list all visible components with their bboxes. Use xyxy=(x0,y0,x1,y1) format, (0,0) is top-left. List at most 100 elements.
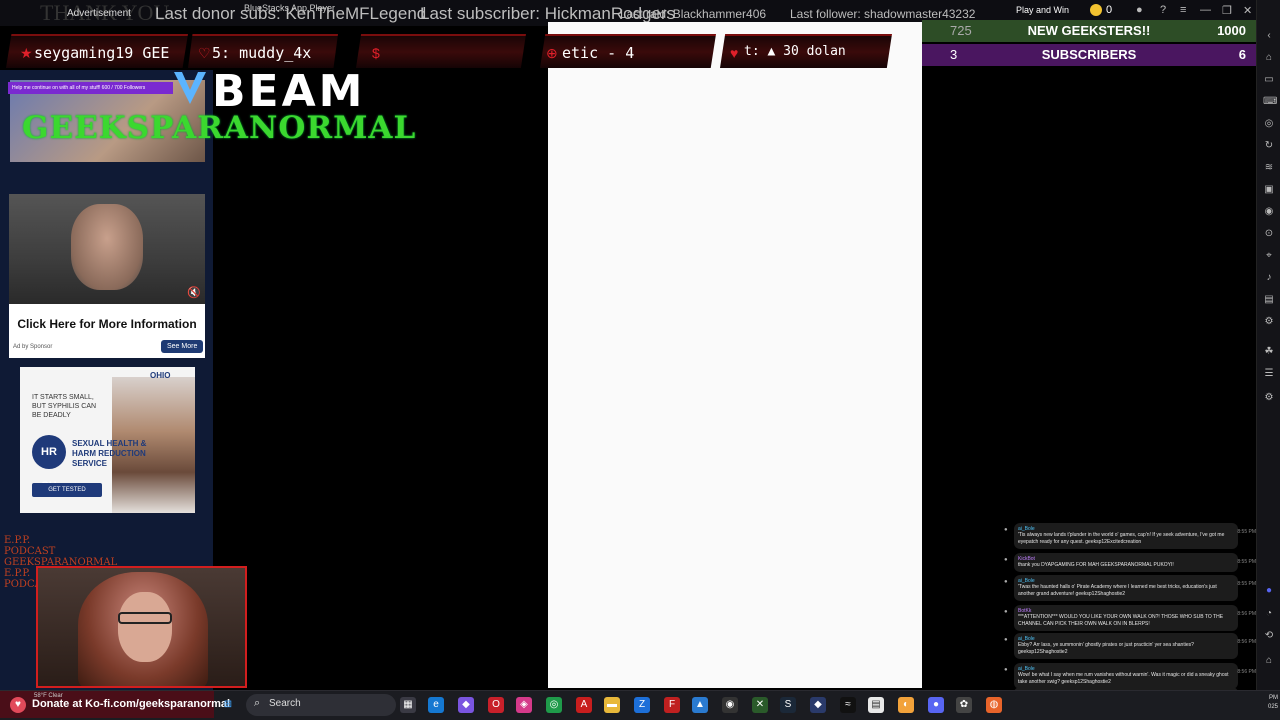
home-icon[interactable]: ⌂ xyxy=(1263,52,1275,64)
xbox-icon[interactable]: ✕ xyxy=(752,697,768,713)
app-icon[interactable]: ◐ xyxy=(898,697,914,713)
ad-cta-text[interactable]: Click Here for More Information xyxy=(9,317,205,331)
zoom-icon[interactable]: Z xyxy=(634,697,650,713)
restore-icon[interactable]: ❐ xyxy=(1222,4,1232,17)
chat-badge-icon: ● xyxy=(1004,637,1008,643)
heart-icon: ♥ xyxy=(730,45,739,61)
chat-badge-icon: ● xyxy=(1004,557,1008,563)
edge-icon[interactable]: e xyxy=(428,697,444,713)
streamlabs-icon[interactable]: ≈ xyxy=(840,697,856,713)
goal-label: SUBSCRIBERS xyxy=(1041,47,1137,62)
plus-icon: ⊕ xyxy=(546,45,558,61)
chat-text: Wow! be what I say when me rum vanishes … xyxy=(1018,672,1229,685)
notepad-icon[interactable]: ▤ xyxy=(868,697,884,713)
acrobat-icon[interactable]: A xyxy=(576,697,592,713)
history-icon[interactable]: ⟲ xyxy=(1263,630,1275,642)
browser-blank-panel xyxy=(548,22,922,688)
notification-icon[interactable]: ◔ xyxy=(1263,608,1275,620)
lock-icon[interactable]: ⌂ xyxy=(1263,655,1275,667)
chat-badge-icon: ● xyxy=(1004,527,1008,533)
rotate-icon[interactable]: ↻ xyxy=(1263,140,1275,152)
app-icon[interactable]: ✿ xyxy=(956,697,972,713)
keyboard-icon[interactable]: ⌨ xyxy=(1263,96,1277,108)
health-ad[interactable]: OHIO IT STARTS SMALL, BUT SYPHILIS CAN B… xyxy=(20,367,195,513)
apk-icon[interactable]: ▣ xyxy=(1263,184,1275,196)
shake-icon[interactable]: ≋ xyxy=(1263,162,1275,174)
obs-icon[interactable]: ◉ xyxy=(722,697,738,713)
taskbar-clock[interactable]: PM 025 xyxy=(1256,694,1278,712)
coin-icon xyxy=(1090,4,1102,16)
task-view-icon[interactable]: ▦ xyxy=(400,697,416,713)
firefox-icon[interactable]: ◍ xyxy=(986,697,1002,713)
ad-service-title: SEXUAL HEALTH & HARM REDUCTION SERVICE xyxy=(72,439,147,468)
photos-icon[interactable]: ▲ xyxy=(692,697,708,713)
goal-target: 6 xyxy=(1238,47,1246,62)
ad-video[interactable]: 🔇 xyxy=(9,194,205,304)
help-icon[interactable]: ? xyxy=(1160,4,1166,16)
subscribers-goal-bar: SUBSCRIBERS 3 6 xyxy=(922,44,1256,66)
search-icon: ⌕ xyxy=(254,697,261,709)
mute-icon[interactable]: 🔇 xyxy=(187,286,201,299)
goal-label: NEW GEEKSTERS!! xyxy=(1027,23,1151,38)
avatar-icon[interactable]: ● xyxy=(1136,4,1143,16)
beam-logo-icon xyxy=(174,72,206,104)
get-tested-button[interactable]: GET TESTED xyxy=(32,483,102,497)
folder-icon[interactable]: ▤ xyxy=(1263,294,1275,306)
chat-text: 'Twas the haunted halls o' Pirate Academ… xyxy=(1018,584,1217,597)
chat-text: Ebby? Arr lass, ye summonin' ghostly pir… xyxy=(1018,642,1194,655)
camera-icon[interactable]: ◉ xyxy=(1263,206,1275,218)
eco-icon[interactable]: ☘ xyxy=(1263,346,1275,358)
filezilla-icon[interactable]: F xyxy=(664,697,680,713)
minimize-icon[interactable]: — xyxy=(1200,4,1211,16)
discord-icon[interactable]: ● xyxy=(1263,585,1275,597)
steam-icon[interactable]: S xyxy=(780,697,796,713)
chat-time: 8:56 PM xyxy=(1237,611,1256,617)
heart-icon: ♡ xyxy=(198,45,211,61)
ad-headline: IT STARTS SMALL, BUT SYPHILIS CAN BE DEA… xyxy=(32,394,97,419)
geeksparanormal-logo: GEEKSPARANORMAL xyxy=(22,110,417,146)
copilot-icon[interactable]: ◆ xyxy=(458,697,474,713)
alert-text: t: ▲ 30 dolan xyxy=(744,44,846,59)
clock-time: PM xyxy=(1269,695,1278,701)
alert-strip: ★ seygaming19 GEE ♡ 5: muddy_4x $ ⊕ etic… xyxy=(0,34,920,68)
play-and-win-button[interactable]: Play and Win xyxy=(1016,5,1069,15)
macro-icon[interactable]: ⚙ xyxy=(1263,316,1275,328)
record-icon[interactable]: ⊙ xyxy=(1263,228,1275,240)
alert-text: etic - 4 xyxy=(562,44,635,62)
chat-time: 8:55 PM xyxy=(1237,559,1256,565)
chat-time: 8:56 PM xyxy=(1237,639,1256,645)
app-icon[interactable]: ◈ xyxy=(516,697,532,713)
last-raid-text: Last raid: Blackhammer406 xyxy=(620,7,767,21)
close-icon[interactable]: ✕ xyxy=(1243,4,1252,17)
bluestacks-icon[interactable]: ◆ xyxy=(810,697,826,713)
dollar-icon: $ xyxy=(372,45,380,61)
chrome-icon[interactable]: ◎ xyxy=(546,697,562,713)
screen: THANK YOU Advertisement BlueStacks App P… xyxy=(0,0,1280,720)
alert-segment: ⊕ etic - 4 xyxy=(540,34,716,68)
follower-goal-banner: Help me continue on with all of my stuff… xyxy=(8,82,173,94)
screen-icon[interactable]: ▭ xyxy=(1263,74,1275,86)
last-follower-text: Last follower: shadowmaster43232 xyxy=(790,7,976,21)
discord-taskbar-icon[interactable]: ● xyxy=(928,697,944,713)
chat-time: 8:55 PM xyxy=(1237,581,1256,587)
file-explorer-icon[interactable]: ▬ xyxy=(604,697,620,713)
video-ad[interactable]: 🔇 Click Here for More Information Ad by … xyxy=(9,194,205,358)
streamer-glasses xyxy=(118,612,172,624)
advertisement-label: Advertisement xyxy=(67,8,131,19)
menu-icon[interactable]: ≡ xyxy=(1180,4,1186,16)
opera-icon[interactable]: O xyxy=(488,697,504,713)
kofi-donate-text[interactable]: Donate at Ko-fi.com/geeksparanormal xyxy=(32,698,230,710)
back-icon[interactable]: ‹ xyxy=(1263,30,1275,42)
alert-segment: ★ seygaming19 GEE xyxy=(6,34,188,68)
chat-bubble: BotKk ***ATTENTION*** WOULD YOU LIKE YOUR… xyxy=(1014,605,1238,631)
settings-icon[interactable]: ⚙ xyxy=(1263,392,1275,404)
gamepad-icon[interactable]: ◎ xyxy=(1263,118,1275,130)
chat-text: ***ATTENTION*** WOULD YOU LIKE YOUR OWN … xyxy=(1018,614,1224,627)
windows-start-icon[interactable]: ⊞ xyxy=(220,697,236,713)
volume-icon[interactable]: ♪ xyxy=(1263,272,1275,284)
location-icon[interactable]: ⌖ xyxy=(1263,250,1275,262)
chat-text: thank you DYAPGAMING FOR MAH GEEKSPARANO… xyxy=(1018,562,1174,568)
goal-target: 1000 xyxy=(1217,23,1246,38)
layers-icon[interactable]: ☰ xyxy=(1263,368,1275,380)
see-more-button[interactable]: See More xyxy=(161,340,204,353)
